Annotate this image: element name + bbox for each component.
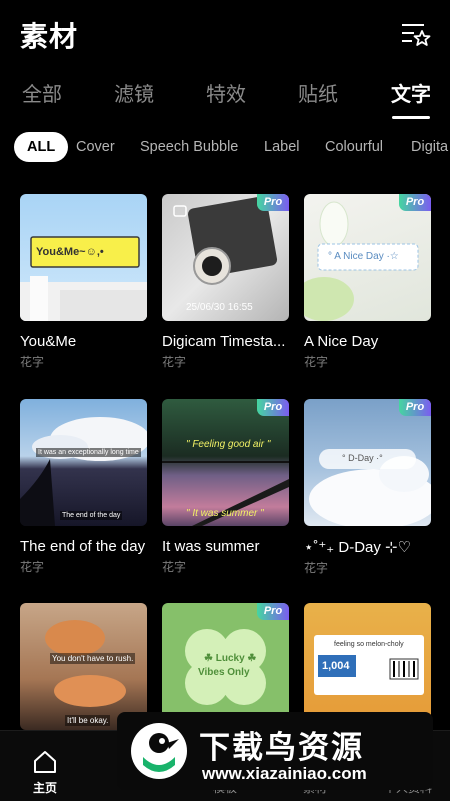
chip-label[interactable]: Label [264, 131, 299, 163]
card-lucky-vibes[interactable]: Pro ☘ Lucky ☘ Vibes Only [162, 603, 289, 730]
pro-badge: Pro [257, 603, 289, 620]
chip-colourful[interactable]: Colourful [325, 131, 383, 163]
thumb-caption-2: The end of the day [60, 511, 123, 520]
filter-star-icon[interactable] [400, 20, 432, 50]
thumb-caption-2: Vibes Only [198, 667, 250, 678]
subcategory-chips: ALL Cover Speech Bubble Label Colourful … [0, 128, 450, 168]
active-tab-indicator [392, 116, 430, 119]
nav-home[interactable]: 主页 [15, 779, 75, 796]
card-thumbnail: Pro ☘ Lucky ☘ Vibes Only [162, 603, 289, 730]
page-title: 素材 [20, 20, 79, 53]
card-a-nice-day[interactable]: Pro ° A Nice Day ·☆ A Nice Day 花字 [304, 194, 431, 370]
pro-badge: Pro [257, 194, 289, 211]
card-thumbnail: Pro 25/06/30 16:55 [162, 194, 289, 321]
thumb-caption: 25/06/30 16:55 [186, 302, 253, 313]
thumb-caption-2: 1,004 [322, 660, 350, 672]
thumb-caption: It was an exceptionally long time [36, 448, 141, 457]
card-subtitle: 花字 [304, 355, 329, 369]
pro-badge: Pro [399, 194, 431, 211]
card-thumbnail: You&Me~☺,• [20, 194, 147, 321]
card-subtitle: 花字 [304, 561, 329, 575]
thumb-caption-2: " It was summer " [186, 508, 264, 519]
tab-filters[interactable]: 滤镜 [114, 78, 154, 107]
card-d-day[interactable]: Pro ° D-Day ·° ⋆˚⁺₊ D-Day ⊹♡ 花字 [304, 399, 431, 576]
category-tabs: 全部 滤镜 特效 贴纸 文字 [0, 78, 450, 122]
tab-effects[interactable]: 特效 [206, 78, 246, 107]
thumb-caption: ° D-Day ·° [342, 453, 383, 463]
chip-digital[interactable]: Digita [411, 131, 448, 163]
tab-all[interactable]: 全部 [22, 78, 62, 107]
pro-badge: Pro [399, 399, 431, 416]
card-title: It was summer [162, 538, 260, 555]
chip-all[interactable]: ALL [14, 132, 69, 162]
pro-badge: Pro [257, 399, 289, 416]
home-icon[interactable] [32, 749, 58, 779]
card-you-dont-have-to-rush[interactable]: You don't have to rush. It'll be okay. [20, 603, 147, 730]
card-thumbnail: Pro ° D-Day ·° [304, 399, 431, 526]
card-title: Digicam Timesta... [162, 333, 286, 350]
card-title: You&Me [20, 333, 77, 350]
card-subtitle: 花字 [162, 560, 187, 574]
card-subtitle: 花字 [20, 560, 45, 574]
thumb-caption: feeling so melon-choly [334, 641, 404, 648]
header: 素材 [0, 0, 450, 70]
card-you-and-me[interactable]: You&Me~☺,• You&Me 花字 [20, 194, 147, 370]
card-subtitle: 花字 [162, 355, 187, 369]
thumb-caption: ° A Nice Day ·☆ [328, 251, 399, 262]
chip-cover[interactable]: Cover [76, 131, 115, 163]
thumb-caption: You don't have to rush. [50, 653, 136, 664]
card-thumbnail: feeling so melon-choly 1,004 [304, 603, 431, 730]
card-subtitle: 花字 [20, 355, 45, 369]
card-it-was-summer[interactable]: Pro " Feeling good air " " It was summer… [162, 399, 289, 575]
thumb-caption: You&Me~☺,• [36, 246, 104, 258]
watermark-text: 下载鸟资源 [199, 730, 364, 766]
card-thumbnail: Pro " Feeling good air " " It was summer… [162, 399, 289, 526]
card-digicam-timestamp[interactable]: Pro 25/06/30 16:55 Digicam Timesta... 花字 [162, 194, 289, 370]
card-melon-choly[interactable]: feeling so melon-choly 1,004 [304, 603, 431, 730]
tab-text[interactable]: 文字 [391, 78, 431, 107]
thumb-caption: " Feeling good air " [186, 439, 271, 450]
card-thumbnail: It was an exceptionally long time The en… [20, 399, 147, 526]
card-title: A Nice Day [304, 333, 379, 350]
card-thumbnail: Pro ° A Nice Day ·☆ [304, 194, 431, 321]
card-thumbnail: You don't have to rush. It'll be okay. [20, 603, 147, 730]
card-title: The end of the day [20, 538, 146, 555]
thumb-caption-2: It'll be okay. [65, 715, 111, 726]
chip-speech-bubble[interactable]: Speech Bubble [140, 131, 238, 163]
tab-stickers[interactable]: 贴纸 [298, 78, 338, 107]
watermark-url: www.xiazainiao.com [202, 764, 367, 783]
card-end-of-day[interactable]: It was an exceptionally long time The en… [20, 399, 147, 575]
card-title: ⋆˚⁺₊ D-Day ⊹♡ [304, 539, 412, 556]
watermark: 下载鸟资源 www.xiazainiao.com [117, 712, 433, 790]
thumb-caption: ☘ Lucky ☘ [204, 653, 257, 664]
bird-logo-icon [131, 723, 187, 779]
